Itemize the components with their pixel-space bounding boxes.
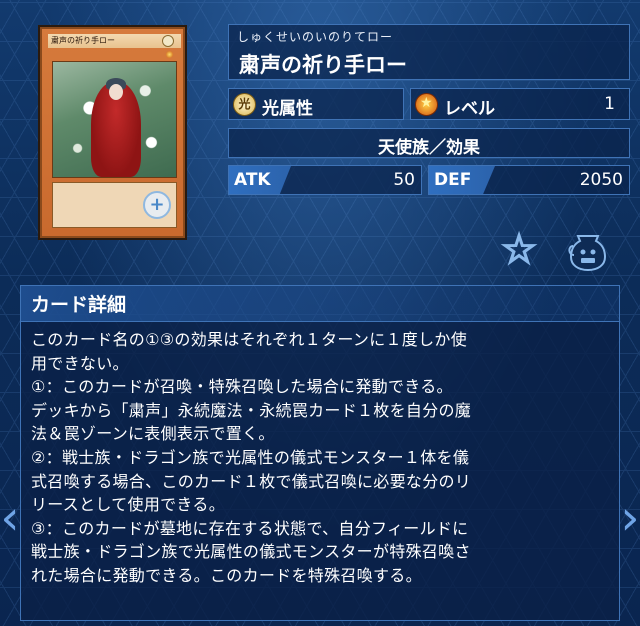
card-name-title: 粛声の祈り手ロー	[239, 53, 407, 77]
def-value: 2050	[579, 170, 623, 190]
effect-text-line: 法＆罠ゾーンに表側表示で置く。	[31, 424, 275, 444]
effect-text-line: デッキから「粛声」永続魔法・永続罠カード１枚を自分の魔	[31, 400, 472, 420]
effect-text-line: ③：このカードが墓地に存在する状態で、自分フィールドに	[31, 518, 469, 538]
effect-text-line: ②：戦士族・ドラゴン族で光属性の儀式モンスター１体を儀	[31, 447, 470, 467]
magnifier-plus-icon[interactable]: +	[143, 191, 171, 219]
card-name-panel: しゅくせいのいのりてロー 粛声の祈り手ロー	[228, 24, 630, 80]
card-image-attribute-icon	[162, 35, 174, 47]
def-label: DEF	[429, 166, 495, 194]
card-detail-title: カード詳細	[31, 294, 127, 316]
card-image-level-star-icon	[166, 51, 173, 58]
level-value: 1	[604, 94, 615, 114]
effect-text-line: リースとして使用できる。	[31, 495, 226, 515]
artwork-figure-face	[109, 84, 123, 100]
atk-value: 50	[393, 170, 415, 190]
atk-label: ATK	[229, 166, 291, 194]
effect-text-line: ①：このカードが召喚・特殊召喚した場合に発動できる。	[31, 377, 453, 397]
deck-jar-icon[interactable]	[566, 228, 610, 272]
light-attribute-icon: 光	[233, 93, 256, 116]
effect-text-line: このカード名の①③の効果はそれぞれ１ターンに１度しか使	[31, 330, 467, 349]
effect-text-line: 戦士族・ドラゴン族で光属性の儀式モンスターが特殊召喚さ	[31, 542, 471, 562]
level-label: レベル	[444, 99, 495, 119]
level-panel: レベル 1	[410, 88, 630, 120]
card-name-ruby: しゅくせいのいのりてロー	[237, 30, 394, 44]
def-panel: DEF 2050	[428, 165, 630, 195]
level-star-icon	[415, 93, 438, 116]
card-image[interactable]: 粛声の祈り手ロー +	[40, 27, 185, 238]
card-artwork	[52, 61, 177, 178]
atk-panel: ATK 50	[228, 165, 422, 195]
attribute-panel: 光 光属性	[228, 88, 404, 120]
star-outline-icon[interactable]: ☆	[497, 227, 541, 273]
card-type-line: 天使族／効果	[378, 138, 480, 158]
type-panel: 天使族／効果	[228, 128, 630, 158]
previous-card-chevron-left-icon[interactable]: ‹	[0, 488, 20, 548]
effect-text-line: 用できない。	[31, 353, 129, 373]
effect-text-line: れた場合に発動できる。このカードを特殊召喚する。	[31, 565, 422, 585]
card-detail-header: カード詳細	[20, 285, 620, 321]
next-card-chevron-right-icon[interactable]: ›	[620, 488, 640, 548]
effect-text-line: 式召喚する場合、このカード１枚で儀式召喚に必要な分のリ	[31, 471, 472, 491]
attribute-label: 光属性	[262, 99, 313, 119]
card-detail-body[interactable]: このカード名の①③の効果はそれぞれ１ターンに１度しか使 用できない。 ①：このカ…	[20, 321, 620, 621]
